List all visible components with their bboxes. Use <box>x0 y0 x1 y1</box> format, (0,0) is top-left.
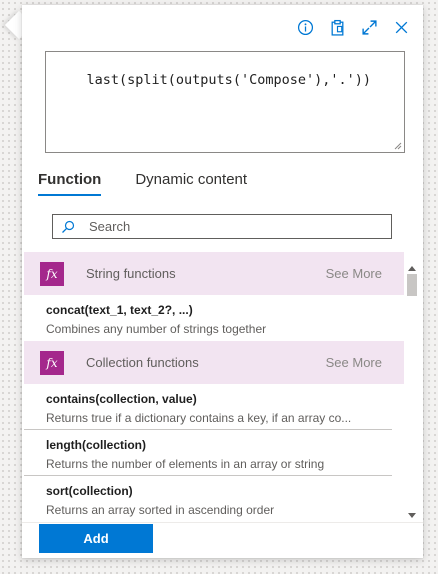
close-button[interactable] <box>387 15 415 39</box>
scroll-up-arrow-icon[interactable] <box>408 266 416 271</box>
expand-icon <box>361 19 377 35</box>
tab-bar: Function Dynamic content <box>38 171 247 196</box>
expression-input[interactable]: last(split(outputs('Compose'),'.')) <box>45 51 405 153</box>
function-signature: concat(text_1, text_2?, ...) <box>46 303 193 317</box>
tab-dynamic-content[interactable]: Dynamic content <box>135 171 247 196</box>
function-item-length[interactable]: length(collection) Returns the number of… <box>24 430 392 476</box>
search-input[interactable] <box>89 219 369 234</box>
function-signature: sort(collection) <box>46 484 133 498</box>
see-more-link[interactable]: See More <box>326 266 382 281</box>
tab-function[interactable]: Function <box>38 171 102 196</box>
see-more-link[interactable]: See More <box>326 355 382 370</box>
list-scrollbar[interactable] <box>406 252 418 522</box>
function-description: Returns the number of elements in an arr… <box>46 457 325 471</box>
paste-button[interactable] <box>323 15 351 39</box>
footer-divider <box>22 522 423 523</box>
fx-icon: fx <box>40 261 64 286</box>
function-item-concat[interactable]: concat(text_1, text_2?, ...) Combines an… <box>24 295 392 341</box>
info-button[interactable] <box>291 15 319 39</box>
function-description: Returns an array sorted in ascending ord… <box>46 503 275 517</box>
function-item-sort[interactable]: sort(collection) Returns an array sorted… <box>24 476 392 520</box>
scroll-down-arrow-icon[interactable] <box>408 513 416 518</box>
category-name: String functions <box>86 266 176 281</box>
function-description: Combines any number of strings together <box>46 322 267 336</box>
add-button[interactable]: Add <box>39 524 153 553</box>
function-item-contains[interactable]: contains(collection, value) Returns true… <box>24 384 392 430</box>
category-name: Collection functions <box>86 355 199 370</box>
expression-editor-panel: last(split(outputs('Compose'),'.')) Func… <box>22 5 423 558</box>
resize-grip-icon[interactable] <box>394 142 402 150</box>
category-header-string-functions[interactable]: fx String functions See More <box>24 252 404 295</box>
info-icon <box>297 19 313 35</box>
panel-toolbar <box>291 15 415 39</box>
search-icon <box>62 220 75 233</box>
function-signature: contains(collection, value) <box>46 392 197 406</box>
fx-icon: fx <box>40 350 64 375</box>
expand-button[interactable] <box>355 15 383 39</box>
search-box <box>52 214 392 239</box>
clipboard-icon <box>331 19 343 36</box>
scrollbar-thumb[interactable] <box>407 274 417 296</box>
close-icon <box>395 21 407 33</box>
expression-text: last(split(outputs('Compose'),'.')) <box>86 72 371 88</box>
function-signature: length(collection) <box>46 438 146 452</box>
category-header-collection-functions[interactable]: fx Collection functions See More <box>24 341 404 384</box>
function-description: Returns true if a dictionary contains a … <box>46 411 352 425</box>
function-list: fx String functions See More concat(text… <box>24 252 404 520</box>
